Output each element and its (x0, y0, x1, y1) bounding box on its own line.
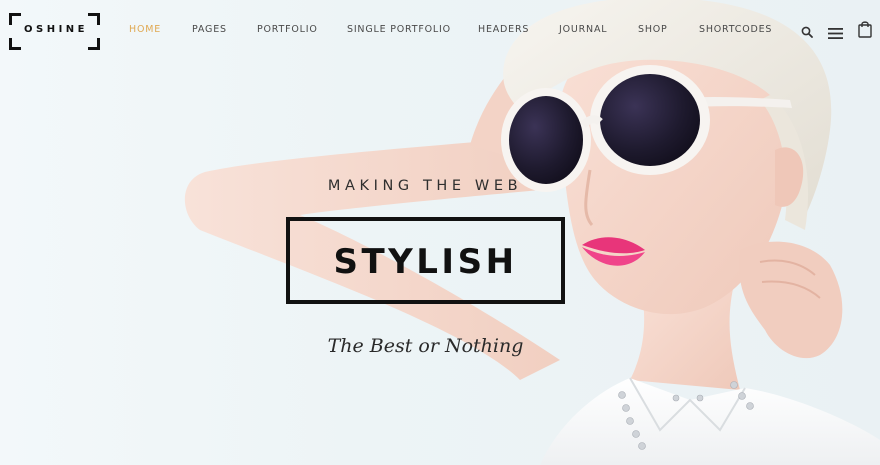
page: OSHINE HOME PAGES PORTFOLIO SINGLE PORTF… (0, 0, 880, 465)
nav-item-headers[interactable]: HEADERS (478, 24, 529, 35)
hero-tagline: The Best or Nothing (327, 335, 524, 357)
shopping-bag-icon[interactable] (858, 20, 872, 38)
site-logo[interactable]: OSHINE (9, 13, 100, 50)
hero-title-box: STYLISH (286, 217, 565, 304)
search-icon[interactable] (801, 25, 813, 38)
menu-icon[interactable] (828, 26, 843, 39)
nav-item-single-portfolio[interactable]: SINGLE PORTFOLIO (347, 24, 451, 35)
hero-title: STYLISH (333, 242, 518, 282)
logo-corner (88, 38, 100, 50)
logo-corner (9, 38, 21, 50)
logo-text: OSHINE (24, 24, 88, 35)
nav-item-shortcodes[interactable]: SHORTCODES (699, 24, 772, 35)
nav-item-shop[interactable]: SHOP (638, 24, 668, 35)
hero-eyebrow: MAKING THE WEB (327, 178, 523, 194)
nav-item-portfolio[interactable]: PORTFOLIO (257, 24, 318, 35)
nav-item-pages[interactable]: PAGES (192, 24, 227, 35)
site-header: OSHINE HOME PAGES PORTFOLIO SINGLE PORTF… (0, 0, 880, 62)
nav-item-journal[interactable]: JOURNAL (559, 24, 607, 35)
nav-item-home[interactable]: HOME (129, 24, 161, 35)
